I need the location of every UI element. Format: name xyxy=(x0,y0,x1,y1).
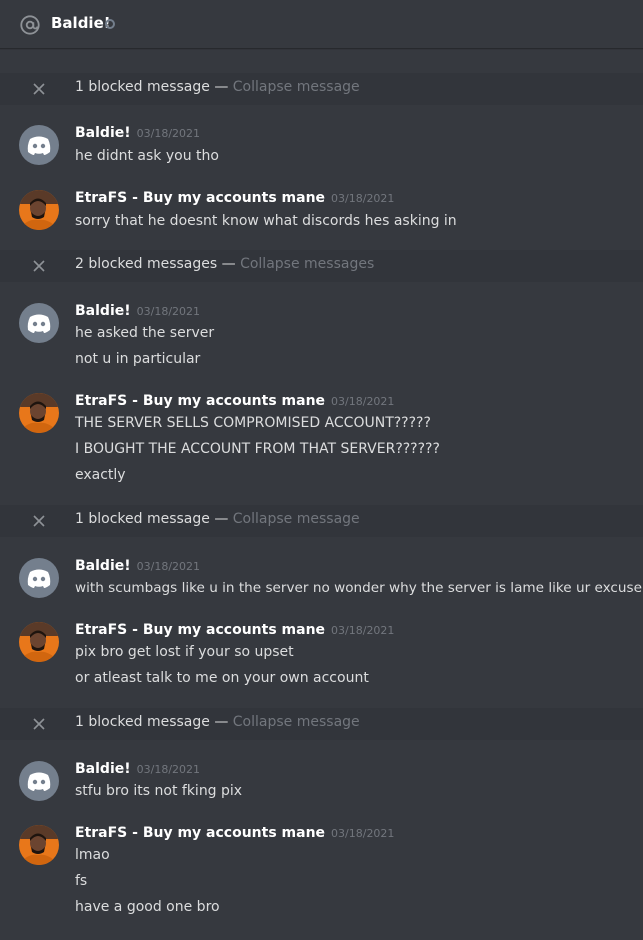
avatar[interactable] xyxy=(19,558,59,598)
blocked-messages-bar: 1 blocked message — Collapse message xyxy=(0,73,643,105)
avatar[interactable] xyxy=(19,303,59,343)
blocked-count: 1 blocked message xyxy=(75,714,210,730)
message-text: or atleast talk to me on your own accoun… xyxy=(75,670,369,686)
collapse-link[interactable]: Collapse message xyxy=(233,79,360,95)
discord-logo-icon xyxy=(19,558,59,598)
blocked-messages-bar: 2 blocked messages — Collapse messages xyxy=(0,250,643,282)
user-photo-icon xyxy=(19,622,59,662)
user-photo-icon xyxy=(19,393,59,433)
separator: — xyxy=(214,79,229,95)
user-photo-icon xyxy=(19,825,59,865)
message-text: exactly xyxy=(75,467,126,483)
discord-logo-icon xyxy=(19,761,59,801)
collapse-link[interactable]: Collapse message xyxy=(233,714,360,730)
user-photo-icon xyxy=(19,190,59,230)
message-text: fs xyxy=(75,873,88,889)
message-text: he didnt ask you tho xyxy=(75,148,219,164)
timestamp: 03/18/2021 xyxy=(331,192,395,205)
at-sign-icon xyxy=(20,15,40,35)
username[interactable]: EtraFS - Buy my accounts mane xyxy=(75,825,325,841)
blocked-count: 2 blocked messages xyxy=(75,256,218,272)
avatar[interactable] xyxy=(19,393,59,433)
avatar[interactable] xyxy=(19,190,59,230)
separator: — xyxy=(214,511,229,527)
avatar[interactable] xyxy=(19,125,59,165)
channel-name: Baldie! xyxy=(51,14,111,32)
collapse-link[interactable]: Collapse message xyxy=(233,511,360,527)
username[interactable]: Baldie! xyxy=(75,303,131,319)
discord-logo-icon xyxy=(19,125,59,165)
username[interactable]: EtraFS - Buy my accounts mane xyxy=(75,393,325,409)
message-text: not u in particular xyxy=(75,351,201,367)
separator: — xyxy=(221,256,236,272)
username[interactable]: Baldie! xyxy=(75,761,131,777)
message-text: stfu bro its not fking pix xyxy=(75,783,243,799)
message-text: THE SERVER SELLS COMPROMISED ACCOUNT????… xyxy=(75,415,431,431)
close-icon[interactable] xyxy=(31,716,47,732)
message-text: have a good one bro xyxy=(75,899,220,915)
message-text: lmao xyxy=(75,847,110,863)
timestamp: 03/18/2021 xyxy=(331,395,395,408)
blocked-count: 1 blocked message xyxy=(75,79,210,95)
offline-status-icon xyxy=(105,19,115,29)
username[interactable]: EtraFS - Buy my accounts mane xyxy=(75,190,325,206)
separator: — xyxy=(214,714,229,730)
close-icon[interactable] xyxy=(31,258,47,274)
discord-logo-icon xyxy=(19,303,59,343)
close-icon[interactable] xyxy=(31,81,47,97)
blocked-messages-bar: 1 blocked message — Collapse message xyxy=(0,505,643,537)
blocked-count: 1 blocked message xyxy=(75,511,210,527)
blocked-messages-bar: 1 blocked message — Collapse message xyxy=(0,708,643,740)
message-text: with scumbags like u in the server no wo… xyxy=(75,580,642,596)
close-icon[interactable] xyxy=(31,513,47,529)
message-text: pix bro get lost if your so upset xyxy=(75,644,294,660)
username[interactable]: EtraFS - Buy my accounts mane xyxy=(75,622,325,638)
message-text: I BOUGHT THE ACCOUNT FROM THAT SERVER???… xyxy=(75,441,440,457)
timestamp: 03/18/2021 xyxy=(331,624,395,637)
message-text: sorry that he doesnt know what discords … xyxy=(75,213,457,229)
username[interactable]: Baldie! xyxy=(75,558,131,574)
avatar[interactable] xyxy=(19,761,59,801)
avatar[interactable] xyxy=(19,825,59,865)
channel-header: Baldie! xyxy=(0,0,643,48)
timestamp: 03/18/2021 xyxy=(136,127,201,140)
message-text: he asked the server xyxy=(75,325,215,341)
avatar[interactable] xyxy=(19,622,59,662)
collapse-link[interactable]: Collapse messages xyxy=(240,256,374,272)
timestamp: 03/18/2021 xyxy=(136,763,201,776)
timestamp: 03/18/2021 xyxy=(331,827,395,840)
username[interactable]: Baldie! xyxy=(75,125,131,141)
timestamp: 03/18/2021 xyxy=(136,305,201,318)
timestamp: 03/18/2021 xyxy=(136,560,201,573)
